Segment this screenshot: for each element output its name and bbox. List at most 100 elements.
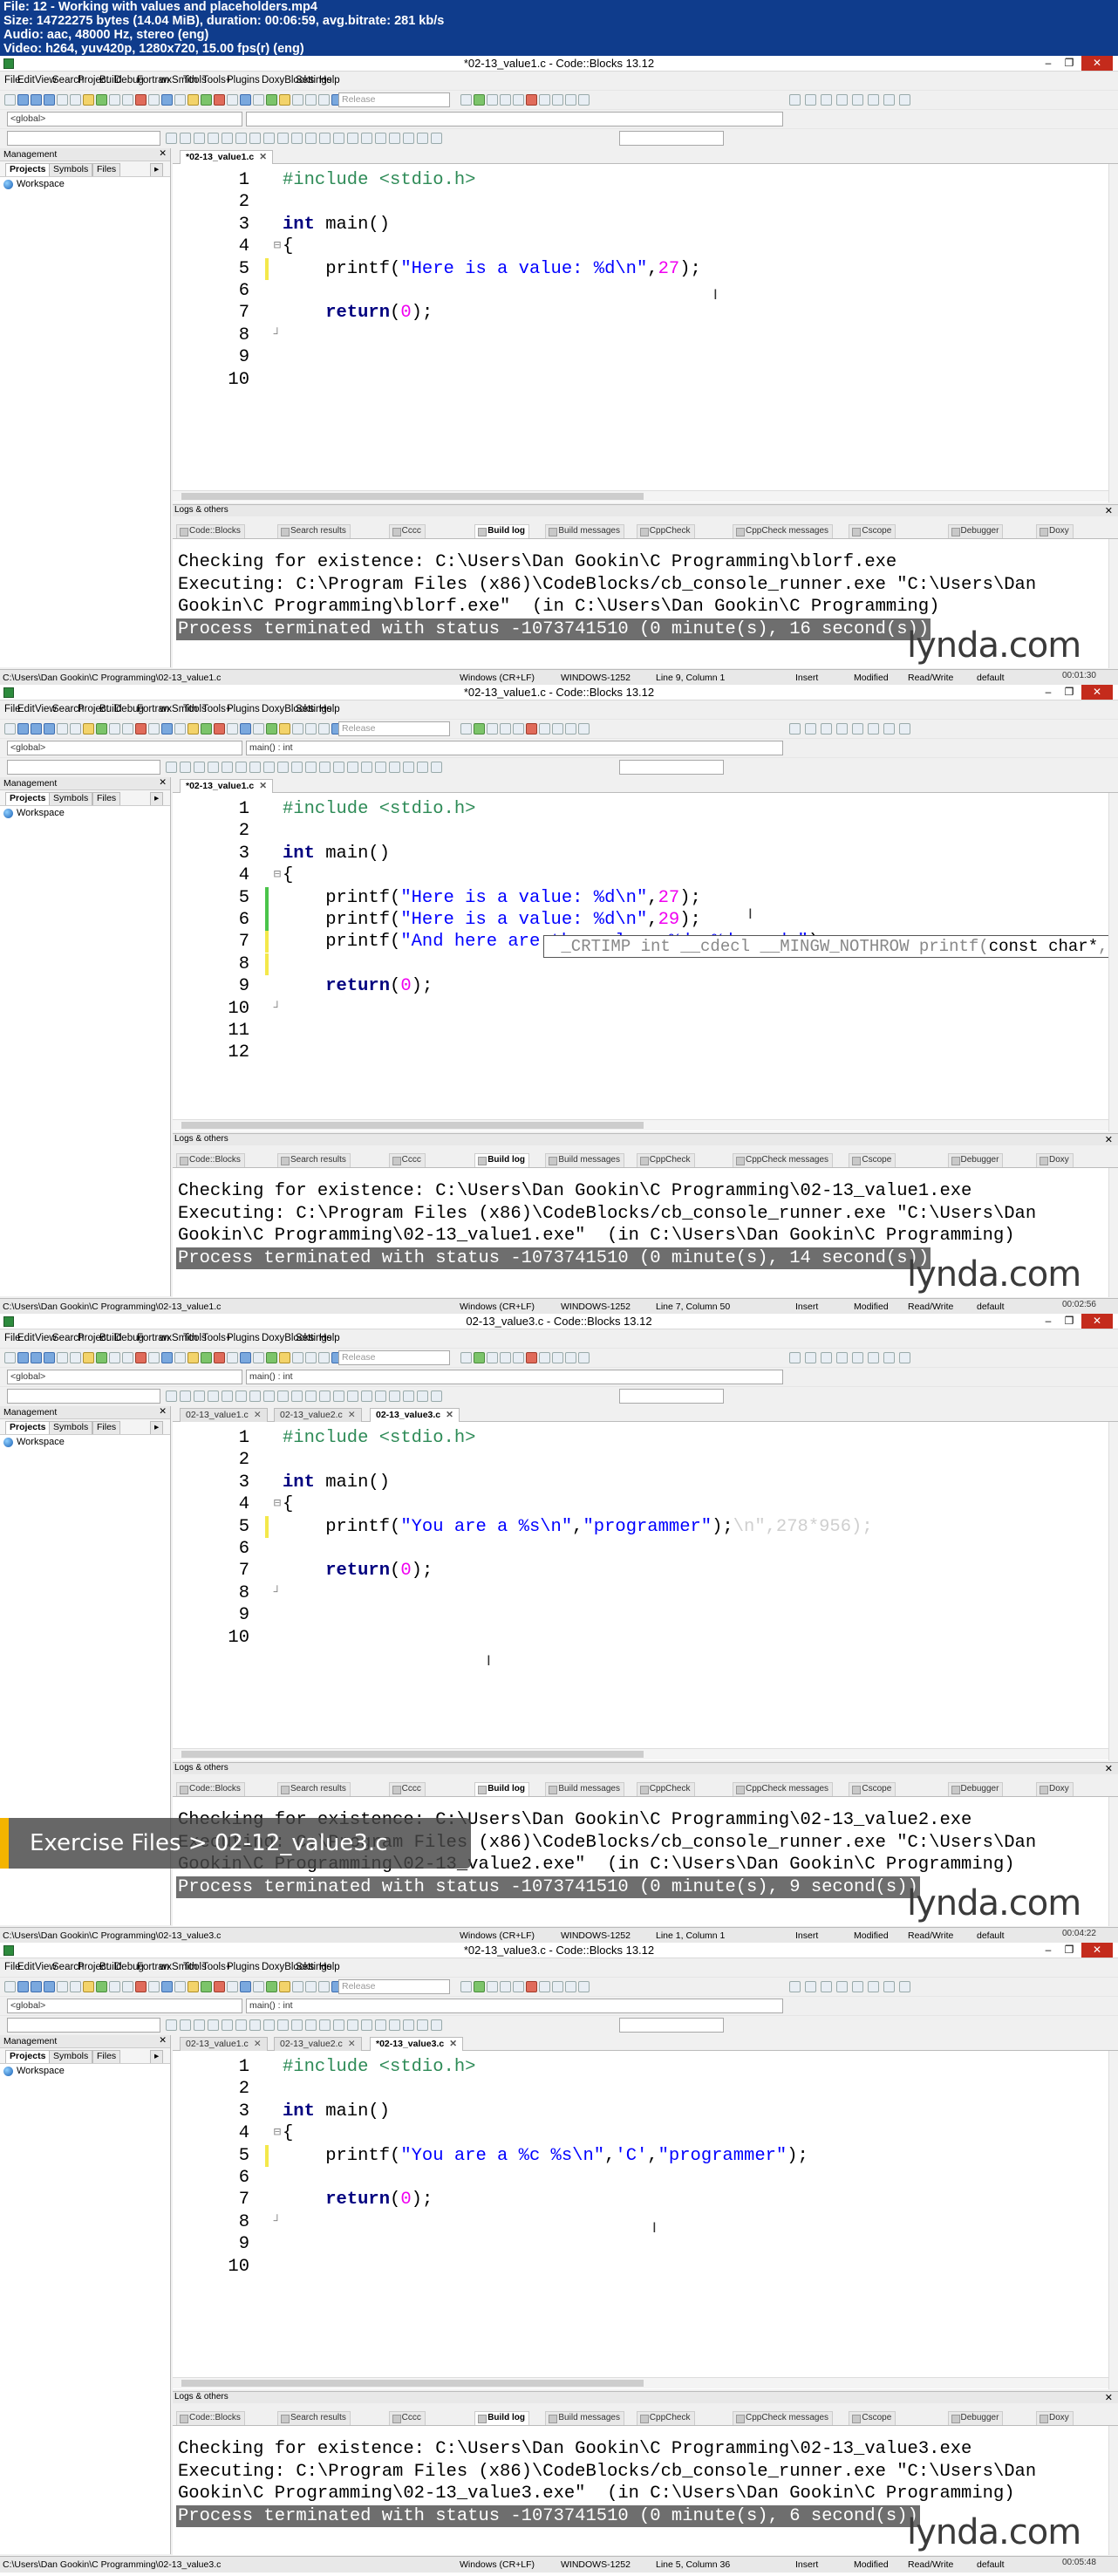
toolbar-button-icon[interactable]	[266, 723, 277, 735]
debug-toolbar-icon[interactable]	[565, 1352, 576, 1363]
menu-item-edit[interactable]: Edit	[17, 75, 35, 85]
editor-horizontal-scrollbar[interactable]	[173, 1748, 1108, 1759]
toolbar-button-icon[interactable]	[17, 1981, 29, 1992]
minimize-icon[interactable]: ‒	[1040, 685, 1057, 700]
doxy-toolbar-icon[interactable]	[899, 94, 910, 106]
symbol-select[interactable]	[246, 112, 783, 126]
doxy-toolbar-icon[interactable]	[821, 94, 832, 106]
edit-toolbar-icon[interactable]	[235, 762, 247, 773]
debug-toolbar-icon[interactable]	[578, 723, 590, 735]
edit-toolbar-icon[interactable]	[249, 2019, 261, 2031]
close-tab-icon[interactable]: ✕	[446, 1410, 453, 1420]
toolbar-button-icon[interactable]	[279, 1352, 290, 1363]
toolbar-button-icon[interactable]	[174, 94, 186, 106]
editor-horizontal-scrollbar[interactable]	[173, 2377, 1108, 2388]
debug-toolbar-icon[interactable]	[474, 94, 485, 106]
edit-toolbar-icon[interactable]	[166, 1390, 177, 1402]
log-tab-cppcheck[interactable]: CppCheck	[636, 1153, 695, 1167]
find-combo[interactable]	[619, 2018, 724, 2033]
search-combo[interactable]	[7, 2018, 160, 2033]
menu-item-edit[interactable]: Edit	[17, 1333, 35, 1343]
search-combo[interactable]	[7, 1389, 160, 1404]
log-tab-doxy[interactable]: Doxy	[1036, 1153, 1074, 1167]
doxy-toolbar-icon[interactable]	[789, 94, 801, 106]
toolbar-button-icon[interactable]	[214, 1352, 225, 1363]
edit-toolbar-icon[interactable]	[361, 2019, 372, 2031]
close-tab-icon[interactable]: ✕	[348, 1410, 356, 1420]
logs-vertical-scrollbar[interactable]	[1108, 539, 1118, 668]
toolbar-button-icon[interactable]	[31, 723, 42, 735]
edit-toolbar-icon[interactable]	[222, 762, 233, 773]
doxy-toolbar-icon[interactable]	[852, 94, 863, 106]
edit-toolbar-icon[interactable]	[277, 2019, 289, 2031]
toolbar-button-icon[interactable]	[44, 94, 55, 106]
log-tab-debugger[interactable]: Debugger	[947, 1782, 1004, 1796]
edit-toolbar-icon[interactable]	[194, 1390, 205, 1402]
toolbar-button-icon[interactable]	[83, 1981, 94, 1992]
toolbar-button-icon[interactable]	[318, 1352, 330, 1363]
toolbar-button-icon[interactable]	[4, 723, 16, 735]
toolbar-button-icon[interactable]	[17, 723, 29, 735]
log-tab-searchresults[interactable]: Search results	[277, 524, 351, 538]
toolbar-button-icon[interactable]	[122, 1352, 133, 1363]
scope-select[interactable]: <global>	[7, 1999, 242, 2013]
workspace-tree-item[interactable]: Workspace	[0, 2064, 170, 2078]
log-tab-cccc[interactable]: Cccc	[388, 2411, 426, 2425]
toolbar-button-icon[interactable]	[318, 1981, 330, 1992]
toolbar-button-icon[interactable]	[240, 723, 251, 735]
toolbar-button-icon[interactable]	[4, 1352, 16, 1363]
toolbar-button-icon[interactable]	[161, 94, 173, 106]
minimize-icon[interactable]: ‒	[1040, 1314, 1057, 1329]
toolbar-button-icon[interactable]	[70, 94, 81, 106]
debug-toolbar-icon[interactable]	[460, 1981, 472, 1992]
doxy-toolbar-icon[interactable]	[852, 723, 863, 735]
edit-toolbar-icon[interactable]	[347, 1390, 358, 1402]
debug-toolbar-icon[interactable]	[474, 1981, 485, 1992]
toolbar-button-icon[interactable]	[109, 1981, 120, 1992]
scope-select[interactable]: <global>	[7, 741, 242, 755]
scrollbar-thumb[interactable]	[181, 1751, 644, 1758]
logs-vertical-scrollbar[interactable]	[1108, 2426, 1118, 2555]
debug-toolbar-icon[interactable]	[539, 1981, 550, 1992]
edit-toolbar-icon[interactable]	[208, 133, 219, 144]
doxy-toolbar-icon[interactable]	[821, 723, 832, 735]
toolbar-button-icon[interactable]	[318, 723, 330, 735]
log-tab-cscope[interactable]: Cscope	[849, 1153, 896, 1167]
edit-toolbar-icon[interactable]	[166, 762, 177, 773]
debug-toolbar-icon[interactable]	[578, 94, 590, 106]
toolbar-button-icon[interactable]	[187, 1352, 199, 1363]
editor-horizontal-scrollbar[interactable]	[173, 490, 1108, 502]
toolbar-button-icon[interactable]	[253, 94, 264, 106]
build-target-select[interactable]: Release	[338, 1350, 450, 1365]
log-tab-buildlog[interactable]: Build log	[474, 524, 529, 538]
edit-toolbar-icon[interactable]	[431, 2019, 442, 2031]
edit-toolbar-icon[interactable]	[194, 133, 205, 144]
doxy-toolbar-icon[interactable]	[883, 1981, 895, 1992]
toolbar-button-icon[interactable]	[174, 723, 186, 735]
toolbar-button-icon[interactable]	[83, 723, 94, 735]
log-tab-doxy[interactable]: Doxy	[1036, 1782, 1074, 1796]
edit-toolbar-icon[interactable]	[305, 133, 317, 144]
close-logs-icon[interactable]: ✕	[1105, 2392, 1113, 2403]
edit-toolbar-icon[interactable]	[403, 1390, 414, 1402]
tab-symbols[interactable]: Symbols	[49, 2050, 93, 2063]
workspace-tree-item[interactable]: Workspace	[0, 806, 170, 820]
scope-select[interactable]: <global>	[7, 1370, 242, 1384]
toolbar-button-icon[interactable]	[318, 94, 330, 106]
log-tab-debugger[interactable]: Debugger	[947, 524, 1004, 538]
logs-vertical-scrollbar[interactable]	[1108, 1797, 1118, 1926]
symbol-select[interactable]: main() : int	[246, 1370, 783, 1384]
edit-toolbar-icon[interactable]	[180, 1390, 191, 1402]
debug-toolbar-icon[interactable]	[552, 1981, 563, 1992]
log-tab-codeblocks[interactable]: Code::Blocks	[176, 2411, 245, 2425]
toolbar-button-icon[interactable]	[292, 723, 303, 735]
toolbar-button-icon[interactable]	[96, 94, 107, 106]
edit-toolbar-icon[interactable]	[166, 133, 177, 144]
build-target-select[interactable]: Release	[338, 1979, 450, 1994]
log-tab-codeblocks[interactable]: Code::Blocks	[176, 1782, 245, 1796]
menu-item-plugins[interactable]: Plugins	[227, 1962, 260, 1972]
edit-toolbar-icon[interactable]	[235, 1390, 247, 1402]
debug-toolbar-icon[interactable]	[552, 1352, 563, 1363]
close-tab-icon[interactable]: ✕	[348, 2039, 356, 2049]
log-tab-doxy[interactable]: Doxy	[1036, 2411, 1074, 2425]
